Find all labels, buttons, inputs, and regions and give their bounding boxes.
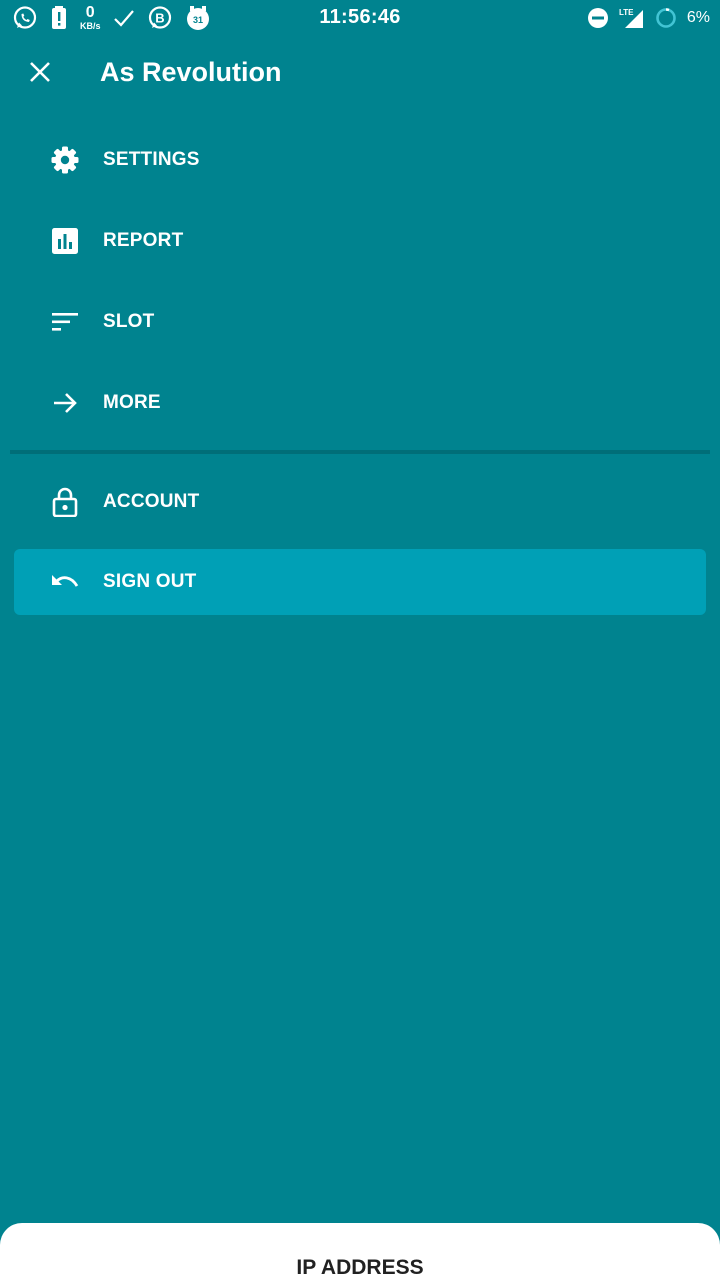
menu-item-settings[interactable]: SETTINGS bbox=[14, 127, 706, 193]
network-type: LTE bbox=[619, 8, 634, 17]
menu-label-report: REPORT bbox=[103, 230, 184, 251]
battery-percent: 6% bbox=[686, 9, 710, 26]
bottom-sheet[interactable]: IP ADDRESS bbox=[0, 1223, 720, 1280]
menu-label-settings: SETTINGS bbox=[103, 149, 200, 170]
screen: 0 KB/s B 31 11:56:46 LTE 6% As Revolutio… bbox=[0, 0, 720, 1280]
arrow-right-icon bbox=[50, 388, 80, 418]
menu-item-more[interactable]: MORE bbox=[14, 370, 706, 436]
status-bar-right: LTE 6% bbox=[587, 5, 710, 31]
close-button[interactable] bbox=[20, 54, 60, 94]
menu-label-sign-out: SIGN OUT bbox=[103, 571, 197, 592]
undo-icon bbox=[50, 567, 80, 597]
menu-divider bbox=[10, 450, 710, 454]
battery-ring-icon bbox=[655, 7, 677, 29]
close-icon bbox=[29, 61, 51, 88]
bottom-sheet-title: IP ADDRESS bbox=[296, 1256, 424, 1279]
sort-icon bbox=[50, 307, 80, 337]
menu-label-account: ACCOUNT bbox=[103, 491, 200, 512]
bar-chart-icon bbox=[50, 226, 80, 256]
menu-label-more: MORE bbox=[103, 392, 161, 413]
drawer-header: As Revolution bbox=[0, 44, 720, 104]
menu-item-account[interactable]: ACCOUNT bbox=[14, 469, 706, 535]
menu-item-slot[interactable]: SLOT bbox=[14, 289, 706, 355]
menu-label-slot: SLOT bbox=[103, 311, 155, 332]
menu-item-report[interactable]: REPORT bbox=[14, 208, 706, 274]
signal-icon: LTE bbox=[619, 7, 645, 29]
status-bar: 0 KB/s B 31 11:56:46 LTE 6% bbox=[0, 0, 720, 36]
menu-item-sign-out[interactable]: SIGN OUT bbox=[14, 549, 706, 615]
gear-icon bbox=[50, 145, 80, 175]
lock-icon bbox=[50, 487, 80, 517]
app-title: As Revolution bbox=[100, 57, 282, 87]
dnd-icon bbox=[587, 7, 609, 29]
